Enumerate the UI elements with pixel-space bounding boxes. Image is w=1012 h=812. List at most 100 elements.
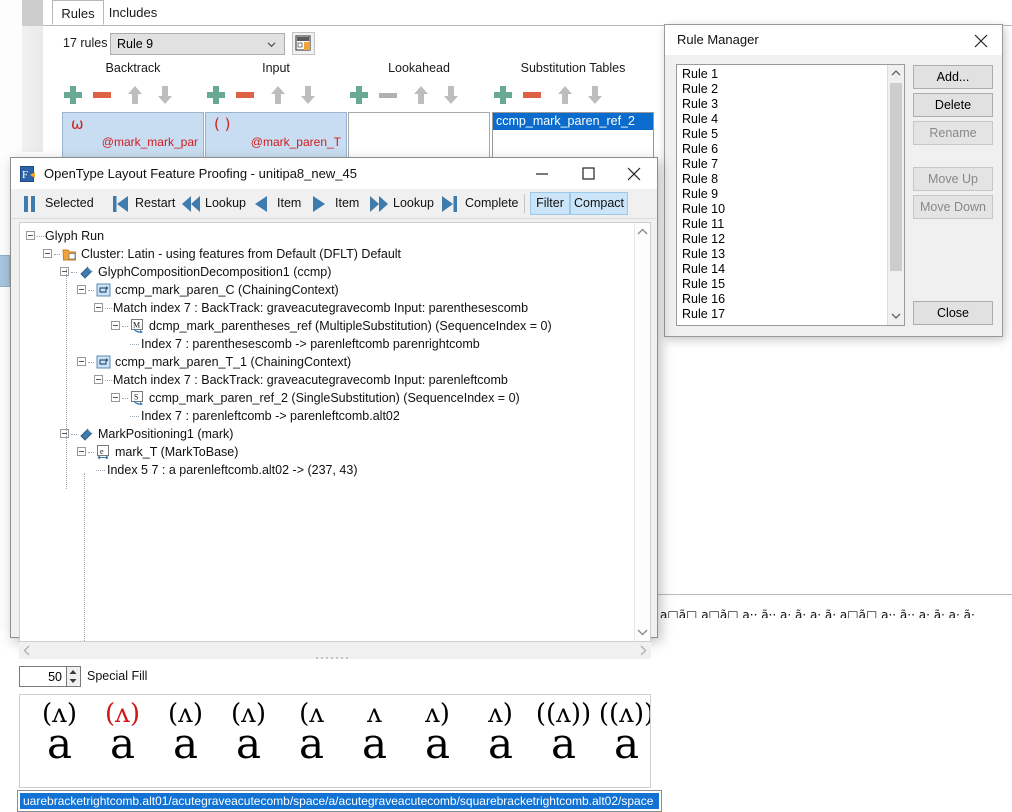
tree-node-label[interactable]: dcmp_mark_parentheses_ref (MultipleSubst…	[149, 317, 552, 335]
add-backtrack-button[interactable]	[62, 84, 84, 106]
chevron-right-icon[interactable]	[638, 645, 648, 656]
tree-node-label[interactable]: ccmp_mark_paren_C (ChainingContext)	[115, 281, 339, 299]
status-bar[interactable]: uarebracketrightcomb.alt01/acutegraveacu…	[17, 790, 662, 812]
play-back-icon[interactable]	[253, 196, 269, 212]
rule-list-item[interactable]: Rule 2	[677, 82, 886, 97]
toolbar-item-back-button[interactable]: Item	[277, 189, 301, 218]
rule-list-item[interactable]: Rule 10	[677, 202, 886, 217]
skip-forward-icon[interactable]	[441, 196, 459, 212]
toolbar-restart-button[interactable]: Restart	[135, 189, 175, 218]
rule-list-item[interactable]: Rule 4	[677, 112, 886, 127]
input-slot[interactable]: ( ) @mark_paren_T	[205, 112, 347, 159]
rule-list[interactable]: Rule 1 Rule 2 Rule 3 Rule 4 Rule 5 Rule 6 Rule…	[676, 64, 905, 326]
move-up-input-button[interactable]	[267, 84, 289, 106]
tree-node-label[interactable]: Glyph Run	[45, 227, 104, 245]
close-button[interactable]	[611, 158, 657, 189]
glyph-cell[interactable]: ((ʌ)) a	[532, 695, 595, 787]
spinner-down-icon[interactable]	[69, 678, 77, 684]
move-down-lookahead-button[interactable]	[440, 84, 462, 106]
fast-forward-icon[interactable]	[369, 196, 389, 212]
remove-substitution-button[interactable]	[521, 84, 543, 106]
special-fill-input[interactable]: 50	[19, 666, 67, 687]
rule-list-item[interactable]: Rule 3	[677, 97, 886, 112]
glyph-cell[interactable]: ʌa	[343, 695, 406, 787]
rule-list-scroll-up-button[interactable]	[888, 65, 904, 82]
rule-list-item[interactable]: Rule 8	[677, 172, 886, 187]
glyph-cell[interactable]: (ʌ) a	[28, 695, 91, 787]
rule-manager-button[interactable]	[292, 32, 315, 55]
tree-vertical-scrollbar[interactable]	[634, 223, 650, 641]
tree-node-label[interactable]: Cluster: Latin - using features from Def…	[81, 245, 401, 263]
tree-node-label[interactable]: Index 7 : parenleftcomb -> parenleftcomb…	[141, 407, 400, 425]
toolbar-item-forward-button[interactable]: Item	[335, 189, 359, 218]
tab-rules[interactable]: Rules	[52, 0, 104, 25]
add-lookahead-button[interactable]	[348, 84, 370, 106]
tab-includes[interactable]: Includes	[104, 0, 162, 25]
tree-expander[interactable]	[111, 393, 120, 402]
left-collapsed-tab[interactable]	[0, 255, 10, 287]
add-input-button[interactable]	[205, 84, 227, 106]
toolbar-lookup-forward-button[interactable]: Lookup	[393, 189, 434, 218]
rule-list-item[interactable]: Rule 11	[677, 217, 886, 232]
rule-list-scrollbar[interactable]	[887, 65, 904, 325]
rule-list-scroll-down-button[interactable]	[888, 308, 904, 325]
rule-list-item[interactable]: Rule 12	[677, 232, 886, 247]
tree-expander[interactable]	[77, 447, 86, 456]
substitution-table-selected-item[interactable]: ccmp_mark_paren_ref_2	[493, 113, 653, 130]
glyph-cell[interactable]: (ʌ) a	[217, 695, 280, 787]
remove-backtrack-button[interactable]	[91, 84, 113, 106]
toggle-filter[interactable]: Filter	[530, 192, 570, 215]
rewind-icon[interactable]	[181, 196, 201, 212]
rule-manager-close-button[interactable]	[960, 25, 1002, 55]
tree-node-label[interactable]: GlyphCompositionDecomposition1 (ccmp)	[98, 263, 331, 281]
toggle-compact[interactable]: Compact	[570, 192, 628, 215]
rule-list-item[interactable]: Rule 16	[677, 292, 886, 307]
special-fill-stepper[interactable]	[67, 666, 81, 687]
tree-expander[interactable]	[43, 249, 52, 258]
delete-rule-button[interactable]: Delete	[913, 93, 993, 117]
chevron-left-icon[interactable]	[22, 645, 32, 656]
tree-expander[interactable]	[111, 321, 120, 330]
remove-input-button[interactable]	[234, 84, 256, 106]
tree-node-label[interactable]: Match index 7 : BackTrack: graveacutegra…	[113, 371, 508, 389]
move-up-backtrack-button[interactable]	[124, 84, 146, 106]
rule-list-item[interactable]: Rule 1	[677, 67, 886, 82]
rule-list-item[interactable]: Rule 7	[677, 157, 886, 172]
toolbar-complete-button[interactable]: Complete	[465, 189, 519, 218]
move-down-substitution-button[interactable]	[584, 84, 606, 106]
move-down-backtrack-button[interactable]	[154, 84, 176, 106]
tree-expander[interactable]	[94, 375, 103, 384]
tree-node-label[interactable]: mark_T (MarkToBase)	[115, 443, 238, 461]
substitution-tables-list[interactable]: ccmp_mark_paren_ref_2	[492, 112, 654, 159]
maximize-button[interactable]	[565, 158, 611, 189]
rule-list-item[interactable]: Rule 13	[677, 247, 886, 262]
rule-list-item[interactable]: Rule 6	[677, 142, 886, 157]
backtrack-slot[interactable]: ω @mark_mark_par	[62, 112, 204, 159]
pause-bars-icon[interactable]	[21, 196, 39, 212]
glyph-run-tree[interactable]: Glyph Run Cluster: Latin - using features…	[19, 222, 651, 642]
glyph-preview-pane[interactable]: (ʌ) a (ʌ) a (ʌ) a (ʌ) a (ʌ a ʌ a ʌ) a ʌ) a ((ʌ)) a ((ʌ)) a	[19, 694, 651, 788]
rule-selector-combobox[interactable]: Rule 9	[110, 33, 285, 55]
move-down-input-button[interactable]	[297, 84, 319, 106]
add-substitution-button[interactable]	[492, 84, 514, 106]
play-forward-icon[interactable]	[311, 196, 327, 212]
tree-expander[interactable]	[94, 303, 103, 312]
move-up-lookahead-button[interactable]	[410, 84, 432, 106]
splitter-grip[interactable]	[316, 655, 356, 661]
tree-node-label[interactable]: MarkPositioning1 (mark)	[98, 425, 233, 443]
rule-list-item[interactable]: Rule 17	[677, 307, 886, 322]
tree-node-label[interactable]: Index 5 7 : a parenleftcomb.alt02 -> (23…	[107, 461, 358, 479]
glyph-cell[interactable]: ((ʌ)) a	[595, 695, 650, 787]
minimize-button[interactable]	[519, 158, 565, 189]
lookahead-slot[interactable]	[348, 112, 490, 159]
spinner-up-icon[interactable]	[69, 669, 77, 675]
chevron-down-icon[interactable]	[637, 627, 648, 637]
rule-list-scroll-thumb[interactable]	[890, 83, 902, 271]
tree-expander[interactable]	[26, 231, 35, 240]
close-rule-manager-button[interactable]: Close	[913, 301, 993, 325]
glyph-cell[interactable]: (ʌ) a	[154, 695, 217, 787]
skip-back-icon[interactable]	[111, 196, 129, 212]
glyph-cell[interactable]: ʌ) a	[406, 695, 469, 787]
tree-expander[interactable]	[77, 285, 86, 294]
tree-node-label[interactable]: Match index 7 : BackTrack: graveacutegra…	[113, 299, 528, 317]
